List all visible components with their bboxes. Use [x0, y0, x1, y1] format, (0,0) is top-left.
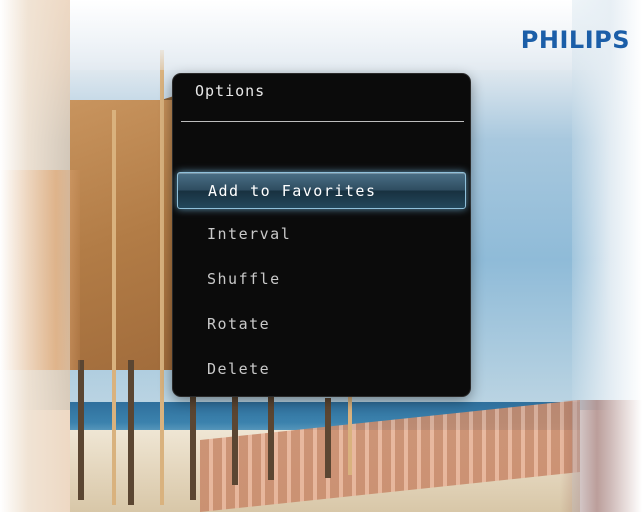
photo-scaffold-pole: [112, 110, 116, 505]
menu-item-add-to-favorites[interactable]: Add to Favorites: [177, 172, 466, 209]
menu-item-delete[interactable]: Delete: [173, 352, 470, 397]
photo-stilt: [78, 360, 84, 500]
menu-item-shuffle[interactable]: Shuffle: [173, 262, 470, 307]
photo-stilt: [325, 398, 331, 478]
menu-item-rotate[interactable]: Rotate: [173, 307, 470, 352]
photo-right-blur: [560, 400, 642, 512]
title-divider: [181, 121, 464, 122]
photo-scaffold-pole: [160, 50, 164, 505]
photo-stilt: [190, 390, 196, 500]
photo-stilt: [232, 395, 238, 485]
photo-stilt: [128, 360, 134, 505]
options-menu: Add to Favorites Interval Shuffle Rotate…: [173, 172, 470, 397]
photo-scaffold-pole: [348, 395, 352, 475]
philips-logo: PHILIPS: [520, 26, 630, 54]
photo-left-blur: [0, 170, 80, 370]
photo-stilt: [268, 395, 274, 480]
options-dialog: Options Add to Favorites Interval Shuffl…: [173, 74, 470, 396]
dialog-title: Options: [195, 82, 266, 100]
menu-item-interval[interactable]: Interval: [173, 217, 470, 262]
